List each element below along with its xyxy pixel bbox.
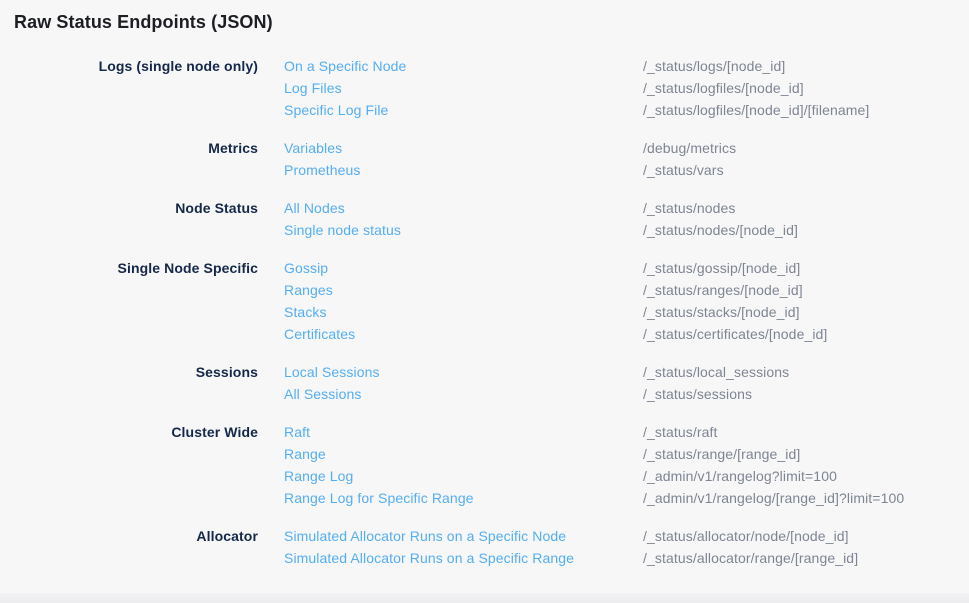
endpoint-row: Prometheus /_status/vars [284,159,736,181]
endpoint-link[interactable]: On a Specific Node [284,55,643,77]
endpoint-row: All Nodes /_status/nodes [284,197,798,219]
endpoint-path: /_status/allocator/range/[range_id] [643,547,858,569]
endpoint-row: Range Log for Specific Range /_admin/v1/… [284,487,904,509]
endpoint-link[interactable]: Ranges [284,279,643,301]
endpoint-row: Gossip /_status/gossip/[node_id] [284,257,827,279]
category-label: Node Status [0,197,258,219]
endpoint-path: /_status/logfiles/[node_id] [643,77,804,99]
category-label: Logs (single node only) [0,55,258,77]
endpoint-path: /_status/raft [643,421,717,443]
endpoint-row: Stacks /_status/stacks/[node_id] [284,301,827,323]
endpoint-path: /_status/ranges/[node_id] [643,279,803,301]
endpoint-path: /_status/nodes [643,197,735,219]
endpoint-group: Single Node Specific Gossip /_status/gos… [0,257,969,345]
endpoint-link[interactable]: Single node status [284,219,643,241]
category-label: Metrics [0,137,258,159]
endpoint-link[interactable]: Prometheus [284,159,643,181]
endpoint-group: Logs (single node only) On a Specific No… [0,55,969,121]
endpoint-link[interactable]: Simulated Allocator Runs on a Specific N… [284,525,643,547]
endpoint-group: Sessions Local Sessions /_status/local_s… [0,361,969,405]
endpoint-group: Cluster Wide Raft /_status/raft Range /_… [0,421,969,509]
endpoint-link[interactable]: Local Sessions [284,361,643,383]
endpoint-path: /_status/allocator/node/[node_id] [643,525,849,547]
category-label: Cluster Wide [0,421,258,443]
group-rows: Variables /debug/metrics Prometheus /_st… [284,137,736,181]
endpoint-path: /_status/certificates/[node_id] [643,323,827,345]
endpoint-row: All Sessions /_status/sessions [284,383,789,405]
endpoint-path: /_status/gossip/[node_id] [643,257,800,279]
endpoint-link[interactable]: Variables [284,137,643,159]
group-rows: Raft /_status/raft Range /_status/range/… [284,421,904,509]
endpoint-path: /_status/logfiles/[node_id]/[filename] [643,99,869,121]
endpoint-link[interactable]: Simulated Allocator Runs on a Specific R… [284,547,643,569]
endpoint-path: /_status/vars [643,159,724,181]
endpoint-row: Simulated Allocator Runs on a Specific R… [284,547,858,569]
endpoint-path: /_status/nodes/[node_id] [643,219,798,241]
group-rows: Local Sessions /_status/local_sessions A… [284,361,789,405]
endpoint-link[interactable]: Range Log for Specific Range [284,487,643,509]
endpoint-row: Range /_status/range/[range_id] [284,443,904,465]
group-rows: On a Specific Node /_status/logs/[node_i… [284,55,869,121]
endpoint-table: Logs (single node only) On a Specific No… [0,55,969,585]
endpoint-group: Node Status All Nodes /_status/nodes Sin… [0,197,969,241]
endpoint-link[interactable]: All Nodes [284,197,643,219]
endpoint-link[interactable]: Log Files [284,77,643,99]
section-divider [0,593,969,603]
endpoint-path: /_status/local_sessions [643,361,789,383]
endpoint-row: Variables /debug/metrics [284,137,736,159]
endpoint-link[interactable]: Certificates [284,323,643,345]
group-rows: Gossip /_status/gossip/[node_id] Ranges … [284,257,827,345]
category-label: Single Node Specific [0,257,258,279]
endpoint-row: Local Sessions /_status/local_sessions [284,361,789,383]
endpoint-row: Ranges /_status/ranges/[node_id] [284,279,827,301]
group-rows: All Nodes /_status/nodes Single node sta… [284,197,798,241]
endpoint-path: /debug/metrics [643,137,736,159]
endpoint-row: Specific Log File /_status/logfiles/[nod… [284,99,869,121]
endpoint-path: /_status/range/[range_id] [643,443,800,465]
endpoint-group: Allocator Simulated Allocator Runs on a … [0,525,969,569]
endpoint-row: Simulated Allocator Runs on a Specific N… [284,525,858,547]
endpoint-link[interactable]: Raft [284,421,643,443]
endpoint-row: Log Files /_status/logfiles/[node_id] [284,77,869,99]
group-rows: Simulated Allocator Runs on a Specific N… [284,525,858,569]
endpoint-link[interactable]: Range [284,443,643,465]
category-label: Sessions [0,361,258,383]
endpoint-link[interactable]: Gossip [284,257,643,279]
category-label: Allocator [0,525,258,547]
endpoint-link[interactable]: All Sessions [284,383,643,405]
endpoint-path: /_status/logs/[node_id] [643,55,785,77]
page-title: Raw Status Endpoints (JSON) [14,12,273,33]
endpoint-link[interactable]: Specific Log File [284,99,643,121]
endpoint-row: Range Log /_admin/v1/rangelog?limit=100 [284,465,904,487]
endpoint-row: Certificates /_status/certificates/[node… [284,323,827,345]
endpoint-path: /_admin/v1/rangelog?limit=100 [643,465,837,487]
endpoint-path: /_status/sessions [643,383,752,405]
endpoint-row: Raft /_status/raft [284,421,904,443]
endpoint-path: /_admin/v1/rangelog/[range_id]?limit=100 [643,487,904,509]
endpoint-row: On a Specific Node /_status/logs/[node_i… [284,55,869,77]
endpoint-link[interactable]: Range Log [284,465,643,487]
endpoint-row: Single node status /_status/nodes/[node_… [284,219,798,241]
endpoint-link[interactable]: Stacks [284,301,643,323]
endpoint-path: /_status/stacks/[node_id] [643,301,800,323]
endpoint-group: Metrics Variables /debug/metrics Prometh… [0,137,969,181]
